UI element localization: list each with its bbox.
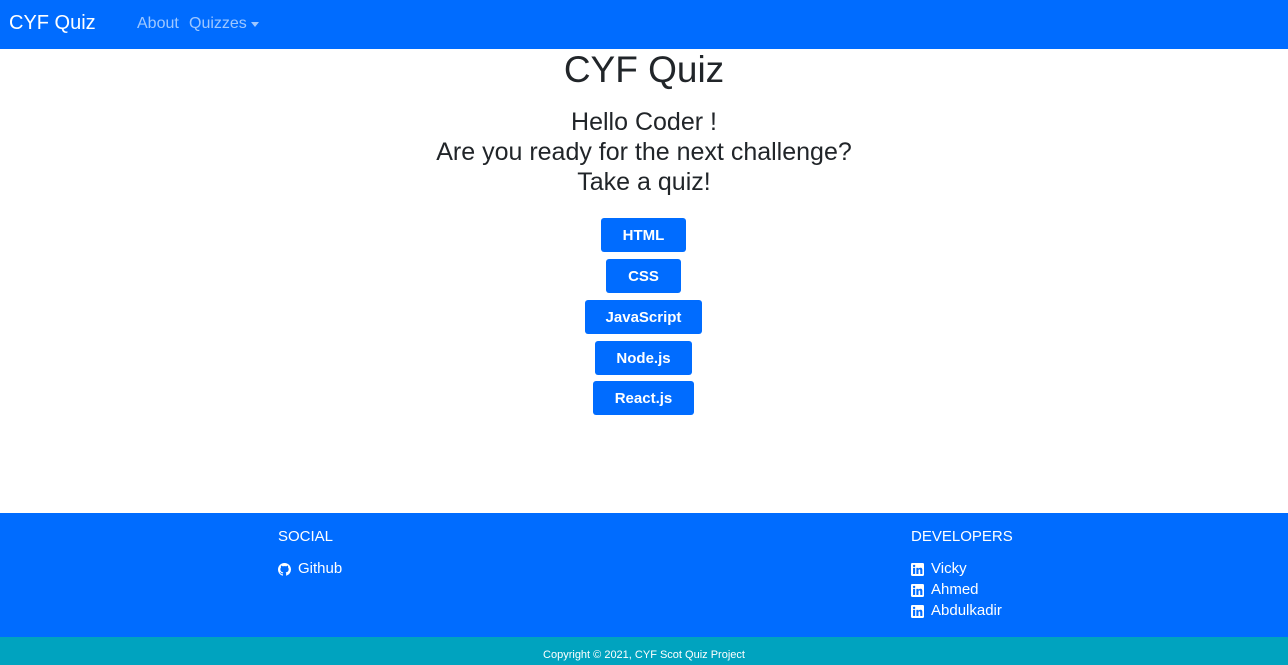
quiz-html-button[interactable]: HTML	[601, 218, 686, 252]
developer-name: Abdulkadir	[931, 602, 1002, 619]
greeting-line: Take a quiz!	[577, 168, 711, 196]
chevron-down-icon	[250, 22, 259, 27]
copyright-bar: Copyright © 2021, CYF Scot Quiz Project	[0, 637, 1288, 665]
greeting-line: Hello Coder !	[571, 108, 717, 136]
developer-name: Vicky	[931, 560, 967, 577]
developer-link-abdulkadir[interactable]: Abdulkadir	[911, 602, 1002, 620]
greeting-line: Are you ready for the next challenge?	[436, 138, 852, 166]
developer-link-vicky[interactable]: Vicky	[911, 560, 967, 578]
github-icon	[278, 562, 291, 576]
site-footer: SOCIAL Github DEVELOPERS Vicky Ahmed Abd…	[0, 513, 1288, 637]
page-title: CYF Quiz	[563, 49, 725, 90]
quiz-reactjs-button[interactable]: React.js	[593, 381, 694, 415]
copyright-text: Copyright © 2021, CYF Scot Quiz Project	[543, 649, 745, 661]
nav-about-link[interactable]: About	[137, 14, 179, 34]
quiz-javascript-button[interactable]: JavaScript	[585, 300, 702, 334]
github-link[interactable]: Github	[278, 560, 342, 578]
linkedin-icon	[911, 562, 924, 576]
linkedin-icon	[911, 604, 924, 618]
quiz-css-button[interactable]: CSS	[606, 259, 681, 293]
linkedin-icon	[911, 583, 924, 597]
developer-name: Ahmed	[931, 581, 979, 598]
nav-quizzes-dropdown[interactable]: Quizzes	[189, 14, 259, 34]
quiz-nodejs-button[interactable]: Node.js	[595, 341, 692, 375]
top-navbar: CYF Quiz About Quizzes	[0, 0, 1288, 49]
developer-link-ahmed[interactable]: Ahmed	[911, 581, 979, 599]
social-heading: SOCIAL	[278, 528, 334, 545]
nav-quizzes-label: Quizzes	[189, 15, 247, 32]
github-link-label: Github	[298, 560, 343, 577]
developers-heading: DEVELOPERS	[911, 528, 1013, 545]
brand-link[interactable]: CYF Quiz	[9, 11, 96, 35]
